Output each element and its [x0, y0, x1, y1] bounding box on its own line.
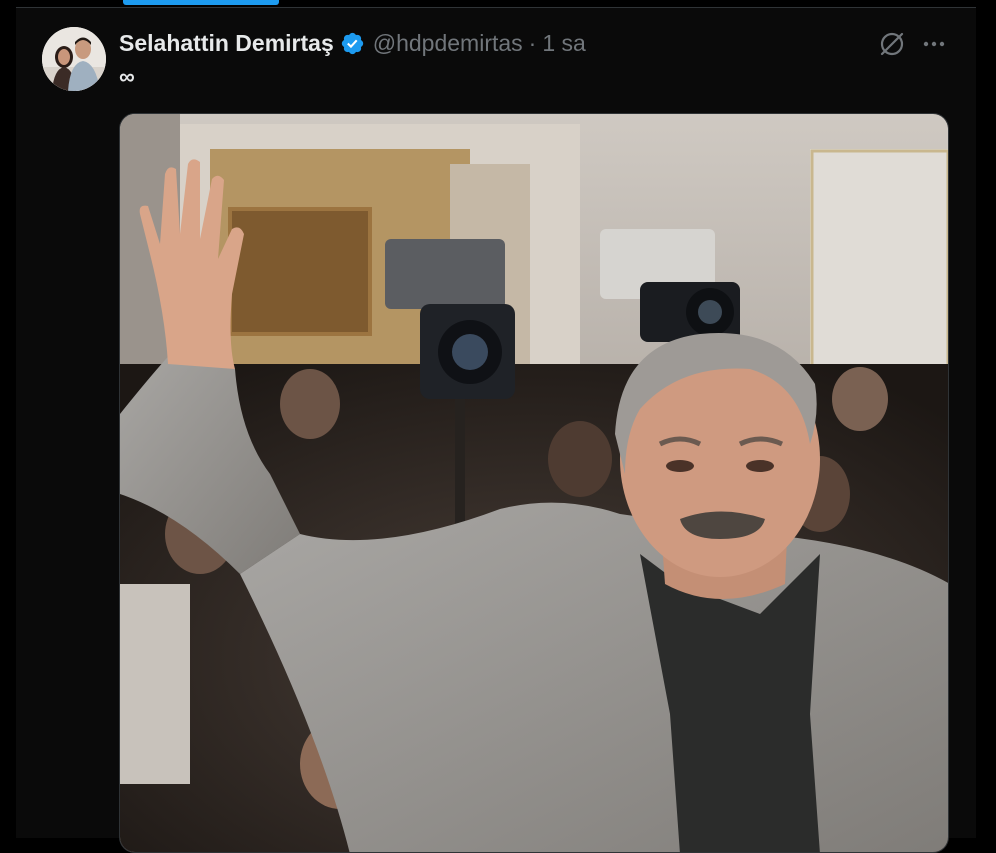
more-button[interactable]	[918, 28, 950, 60]
tweet-photo[interactable]	[119, 113, 949, 853]
separator-dot: ·	[528, 29, 537, 56]
timestamp[interactable]: 1 sa	[542, 30, 585, 57]
photo-image	[120, 114, 948, 852]
tweet-header: Selahattin Demirtaş @hdpdemirtas · 1 sa	[119, 28, 586, 58]
active-tab-indicator	[123, 0, 279, 5]
author-handle[interactable]: @hdpdemirtas	[373, 30, 523, 57]
more-horizontal-icon	[923, 41, 945, 47]
avatar-image	[42, 27, 106, 91]
avatar[interactable]	[42, 27, 106, 91]
author-name[interactable]: Selahattin Demirtaş	[119, 30, 334, 57]
tweet-text: ∞	[119, 64, 135, 89]
verified-badge-icon	[340, 31, 365, 56]
grok-icon	[880, 32, 904, 56]
grok-button[interactable]	[876, 28, 908, 60]
